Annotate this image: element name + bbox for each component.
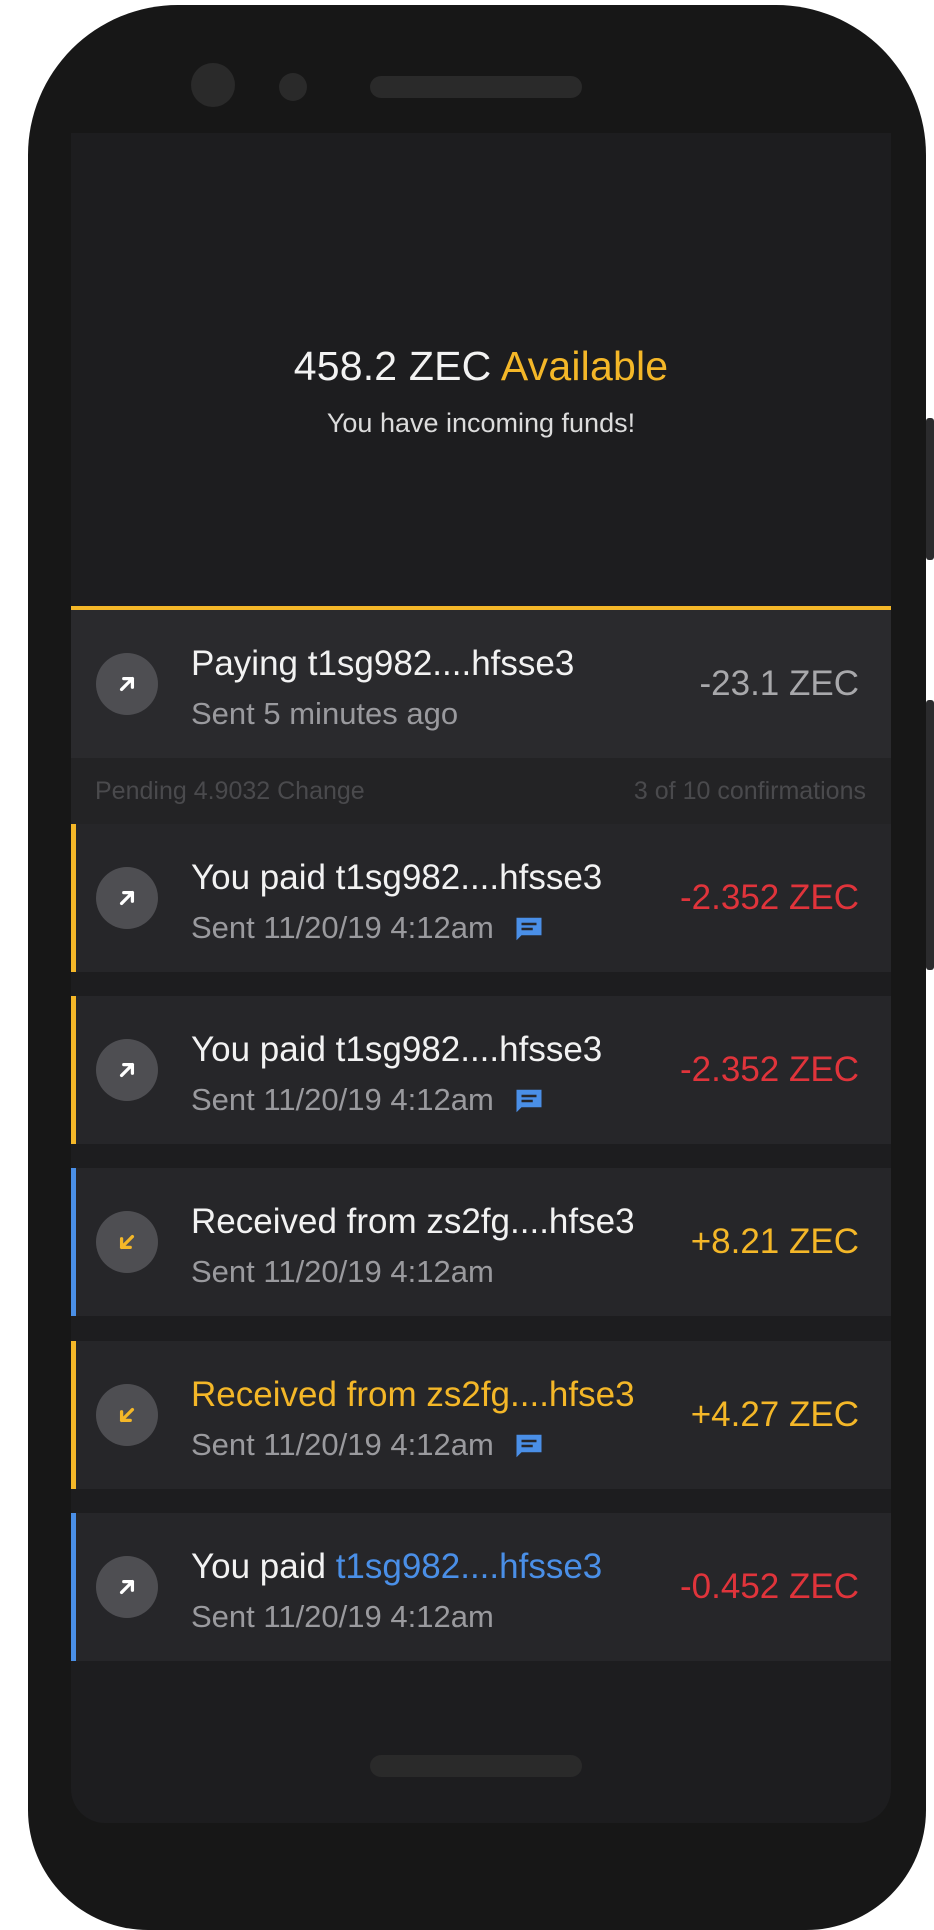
- arrow-up-right-icon: [96, 867, 158, 929]
- transaction-amount: -23.1 ZEC: [699, 664, 860, 703]
- transaction-subtitle: Sent 11/20/19 4:12am: [191, 1082, 544, 1118]
- pending-transaction-row[interactable]: Paying t1sg982....hfsse3 Sent 5 minutes …: [71, 610, 891, 758]
- transaction-subtitle: Sent 5 minutes ago: [191, 696, 459, 731]
- sensor-icon: [279, 73, 307, 101]
- transaction-title: Received from zs2fg....hfse3: [191, 1202, 635, 1241]
- home-indicator: [370, 1755, 582, 1777]
- transaction-row[interactable]: You paid t1sg982....hfsse3 Sent 11/20/19…: [71, 1513, 891, 1661]
- row-accent-edge: [71, 1168, 76, 1316]
- arrow-up-right-icon: [96, 653, 158, 715]
- arrow-up-right-icon: [96, 1039, 158, 1101]
- transaction-title: You paid t1sg982....hfsse3: [191, 1547, 603, 1586]
- memo-icon[interactable]: [514, 1087, 544, 1113]
- confirmations-label: 3 of 10 confirmations: [633, 776, 866, 805]
- arrow-up-right-icon: [96, 1556, 158, 1618]
- row-accent-edge: [71, 1341, 76, 1489]
- speaker-grille: [370, 76, 582, 98]
- transaction-subtitle: Sent 11/20/19 4:12am: [191, 1254, 494, 1289]
- transaction-amount: -2.352 ZEC: [680, 1050, 859, 1089]
- transaction-title: You paid t1sg982....hfsse3: [191, 1030, 603, 1069]
- transaction-row[interactable]: You paid t1sg982....hfsse3 Sent 11/20/19…: [71, 996, 891, 1144]
- balance-line: 458.2 ZEC Available: [71, 343, 891, 390]
- transaction-amount: -2.352 ZEC: [680, 878, 859, 917]
- transaction-row[interactable]: Received from zs2fg....hfse3 Sent 11/20/…: [71, 1341, 891, 1489]
- arrow-down-left-icon: [96, 1384, 158, 1446]
- pending-change-label: Pending 4.9032 Change: [95, 776, 365, 805]
- address-link[interactable]: t1sg982....hfsse3: [336, 1547, 603, 1586]
- camera-icon: [191, 63, 235, 107]
- row-accent-edge: [71, 996, 76, 1144]
- balance-header: 458.2 ZEC Available You have incoming fu…: [71, 343, 891, 439]
- incoming-funds-message: You have incoming funds!: [326, 408, 636, 438]
- row-accent-edge: [71, 1513, 76, 1661]
- memo-icon[interactable]: [514, 1432, 544, 1458]
- arrow-down-left-icon: [96, 1211, 158, 1273]
- phone-frame: 458.2 ZEC Available You have incoming fu…: [28, 5, 926, 1930]
- transaction-subtitle: Sent 11/20/19 4:12am: [191, 1599, 494, 1634]
- transaction-title: Paying t1sg982....hfsse3: [191, 644, 575, 683]
- transaction-amount: +4.27 ZEC: [690, 1395, 859, 1434]
- transaction-subtitle: Sent 11/20/19 4:12am: [191, 910, 544, 946]
- balance-amount: 458.2 ZEC: [293, 343, 492, 389]
- transaction-title: Received from zs2fg....hfse3: [191, 1375, 635, 1414]
- app-screen: 458.2 ZEC Available You have incoming fu…: [71, 133, 891, 1823]
- transaction-row[interactable]: You paid t1sg982....hfsse3 Sent 11/20/19…: [71, 824, 891, 972]
- memo-icon[interactable]: [514, 915, 544, 941]
- transaction-subtitle: Sent 11/20/19 4:12am: [191, 1427, 544, 1463]
- power-button: [926, 418, 934, 560]
- balance-status: Available: [500, 343, 669, 389]
- transaction-amount: +8.21 ZEC: [690, 1222, 859, 1261]
- pending-change-strip: Pending 4.9032 Change 3 of 10 confirmati…: [71, 758, 891, 824]
- transaction-amount: -0.452 ZEC: [680, 1567, 859, 1606]
- transaction-title: You paid t1sg982....hfsse3: [191, 858, 603, 897]
- transaction-row[interactable]: Received from zs2fg....hfse3 Sent 11/20/…: [71, 1168, 891, 1316]
- row-accent-edge: [71, 824, 76, 972]
- volume-button: [926, 700, 934, 970]
